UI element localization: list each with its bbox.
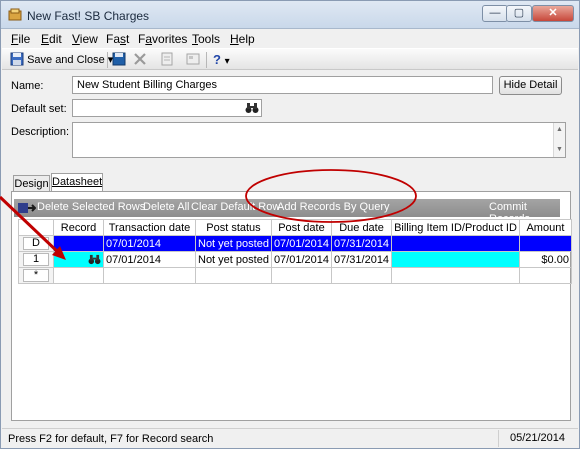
table-row[interactable]: D 07/01/2014 Not yet posted 07/01/2014 0…: [18, 235, 572, 252]
row-header[interactable]: *: [18, 267, 54, 284]
help-question-icon: ?: [213, 52, 221, 67]
menu-fast[interactable]: Fast: [106, 32, 129, 46]
delete-rows-icon: [18, 203, 36, 213]
column-header[interactable]: Post status: [195, 219, 272, 236]
binoculars-search-icon[interactable]: [245, 102, 259, 114]
amount-cell[interactable]: [518, 267, 572, 284]
title-bar[interactable]: New Fast! SB Charges — ▢ ✕: [1, 1, 579, 29]
grid-toolbar: Delete Selected Rows Delete All Clear De…: [14, 199, 560, 225]
record-cell[interactable]: [53, 251, 104, 268]
app-window: New Fast! SB Charges — ▢ ✕ File Edit Vie…: [0, 0, 580, 449]
post-date-cell[interactable]: [270, 267, 333, 284]
corner-header: [18, 219, 54, 236]
save-button[interactable]: [112, 51, 126, 69]
print-button[interactable]: [160, 51, 174, 69]
row-header[interactable]: 1: [18, 251, 54, 268]
column-header[interactable]: Post date: [270, 219, 333, 236]
grid-header-row: Record Transaction date Post status Post…: [18, 219, 572, 236]
column-header[interactable]: Billing Item ID/Product ID: [391, 219, 520, 236]
due-date-cell[interactable]: [330, 267, 393, 284]
toolbar-separator: [206, 52, 207, 68]
delete-selected-rows-button[interactable]: Delete Selected Rows: [37, 201, 145, 213]
delete-all-button[interactable]: Delete All: [143, 201, 189, 213]
column-header[interactable]: Amount: [518, 219, 572, 236]
record-cell[interactable]: [53, 235, 104, 252]
close-button[interactable]: ✕: [532, 5, 574, 22]
main-toolbar: Save and Close ▾ ? ▾: [2, 48, 578, 70]
toolbar-separator: [107, 52, 108, 68]
table-row[interactable]: *: [18, 267, 572, 284]
default-set-label: Default set:: [11, 103, 67, 115]
records-grid: Record Transaction date Post status Post…: [18, 219, 572, 284]
column-header[interactable]: Transaction date: [103, 219, 196, 236]
column-header[interactable]: Due date: [330, 219, 393, 236]
description-textarea[interactable]: [72, 122, 566, 158]
description-label: Description:: [11, 126, 70, 138]
record-cell[interactable]: [53, 267, 104, 284]
post-date-cell[interactable]: 07/01/2014: [270, 235, 333, 252]
properties-icon: [186, 53, 200, 65]
scroll-down-icon[interactable]: ▼: [554, 145, 565, 155]
menu-bar: File Edit View Fast Favorites Tools Help: [2, 30, 578, 48]
name-label: Name:: [11, 80, 44, 92]
menu-favorites[interactable]: Favorites: [138, 32, 187, 46]
status-hint: Press F2 for default, F7 for Record sear…: [8, 433, 214, 445]
transaction-date-cell[interactable]: [103, 267, 196, 284]
menu-help[interactable]: Help: [230, 32, 255, 46]
scroll-up-icon[interactable]: ▲: [554, 125, 565, 135]
column-header[interactable]: Record: [53, 219, 104, 236]
transaction-date-cell[interactable]: 07/01/2014: [103, 251, 196, 268]
billing-item-cell[interactable]: [391, 235, 520, 252]
add-records-by-query-button[interactable]: Add Records By Query: [277, 201, 390, 213]
transaction-date-cell[interactable]: 07/01/2014: [103, 235, 196, 252]
menu-view[interactable]: View: [72, 32, 98, 46]
properties-button[interactable]: [186, 51, 200, 69]
billing-item-cell[interactable]: [391, 267, 520, 284]
tab-datasheet[interactable]: Datasheet: [51, 173, 103, 192]
post-status-cell[interactable]: Not yet posted: [195, 235, 272, 252]
post-status-cell[interactable]: Not yet posted: [195, 251, 272, 268]
delete-button[interactable]: [133, 51, 147, 69]
window-title: New Fast! SB Charges: [27, 9, 150, 23]
app-logo-icon: [8, 8, 22, 21]
amount-cell[interactable]: $0.00: [518, 251, 572, 268]
row-header[interactable]: D: [18, 235, 54, 252]
post-status-cell[interactable]: [195, 267, 272, 284]
menu-tools[interactable]: Tools: [192, 32, 220, 46]
table-row[interactable]: 1 07/01/2014 Not yet posted 07/01/2014 0…: [18, 251, 572, 268]
status-date: 05/21/2014: [498, 430, 576, 447]
binoculars-search-icon[interactable]: [88, 254, 101, 265]
menu-file[interactable]: File: [11, 32, 30, 46]
menu-edit[interactable]: Edit: [41, 32, 62, 46]
post-date-cell[interactable]: 07/01/2014: [270, 251, 333, 268]
page-icon: [161, 52, 173, 66]
name-input[interactable]: New Student Billing Charges: [72, 76, 493, 94]
minimize-button[interactable]: —: [482, 5, 508, 22]
status-bar: Press F2 for default, F7 for Record sear…: [2, 428, 578, 448]
floppy-icon: [112, 52, 126, 66]
due-date-cell[interactable]: 07/31/2014: [330, 235, 393, 252]
clear-default-row-button[interactable]: Clear Default Row: [191, 201, 280, 213]
delete-x-icon: [134, 53, 146, 65]
save-icon: [10, 52, 24, 66]
tab-design[interactable]: Design: [13, 175, 50, 192]
description-scrollbar[interactable]: ▲ ▼: [553, 123, 565, 157]
due-date-cell[interactable]: 07/31/2014: [330, 251, 393, 268]
amount-cell[interactable]: [518, 235, 572, 252]
hide-detail-button[interactable]: Hide Detail: [499, 76, 562, 95]
default-set-input[interactable]: [72, 99, 262, 117]
help-button[interactable]: ? ▾: [213, 51, 230, 69]
save-and-close-button[interactable]: Save and Close ▾: [10, 51, 113, 69]
billing-item-cell[interactable]: [391, 251, 520, 268]
maximize-button[interactable]: ▢: [506, 5, 532, 22]
